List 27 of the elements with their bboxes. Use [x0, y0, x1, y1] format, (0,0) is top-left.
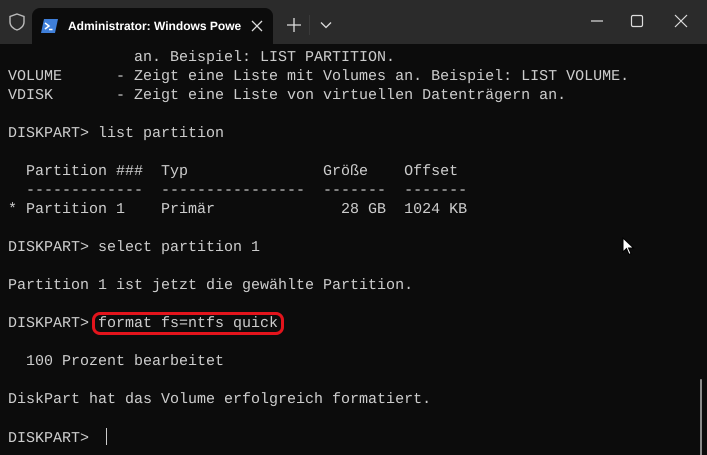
- terminal-line: * Partition 1 Primär 28 GB 1024 KB: [8, 201, 468, 218]
- terminal-line: an. Beispiel: LIST PARTITION.: [133, 49, 396, 66]
- terminal-line: Partition ### Typ Größe Offset: [25, 163, 458, 180]
- close-tab-icon[interactable]: [251, 20, 264, 32]
- terminal-line: VDISK - Zeigt eine Liste von virtuellen Datenträgern an.: [8, 87, 566, 104]
- new-tab-icon[interactable]: [287, 18, 302, 32]
- terminal-tab[interactable]: Administrator: Windows Powe: [32, 8, 274, 44]
- scrollbar[interactable]: [700, 379, 702, 455]
- highlighted-command: format fs=ntfs quick: [95, 315, 282, 332]
- dropdown-icon[interactable]: [320, 21, 332, 29]
- terminal-line: ------------- ---------------- ------- -------: [25, 182, 468, 199]
- terminal-line: Partition 1 ist jetzt die gewählte Partition.: [8, 277, 414, 294]
- mouse-pointer-icon: [622, 237, 635, 256]
- close-icon[interactable]: [674, 14, 688, 28]
- command-text: select partition 1: [98, 239, 260, 256]
- command-text: list partition: [98, 125, 224, 142]
- command-prompt: DISKPART>: [8, 239, 90, 256]
- shield-icon: [9, 13, 25, 31]
- terminal-line: DiskPart hat das Volume erfolgreich formatiert.: [8, 391, 432, 408]
- command-prompt: DISKPART>: [8, 430, 90, 447]
- tab-title: Administrator: Windows Powe: [68, 19, 242, 33]
- terminal-line: 100 Prozent bearbeitet: [25, 353, 224, 370]
- powershell-icon: [41, 19, 58, 33]
- terminal-line: VOLUME - Zeigt eine Liste mit Volumes an. Beispiel: LIST VOLUME.: [8, 68, 630, 85]
- command-prompt: DISKPART>: [8, 125, 90, 142]
- command-prompt: DISKPART>: [8, 315, 90, 332]
- maximize-icon[interactable]: [630, 14, 644, 28]
